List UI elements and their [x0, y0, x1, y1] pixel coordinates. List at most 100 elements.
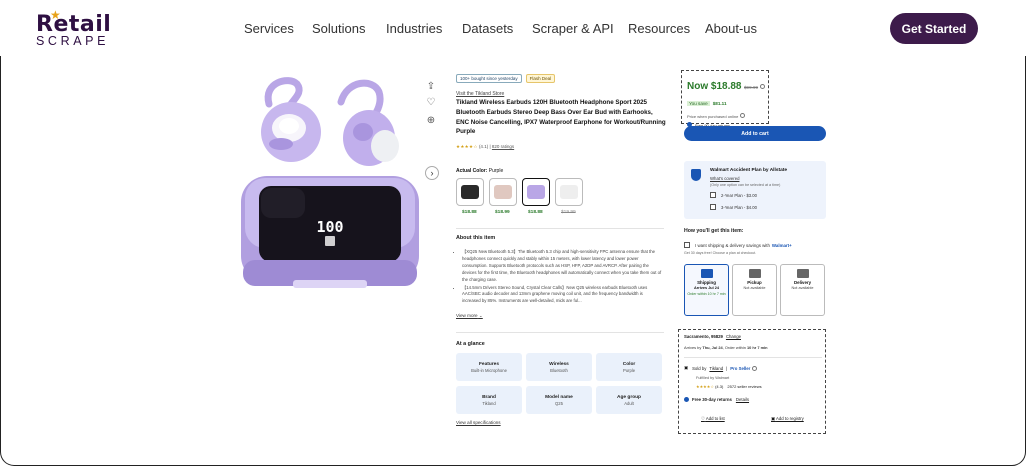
info-icon[interactable] — [740, 113, 746, 118]
glance-cell: Brand Tikland — [456, 386, 522, 414]
flash-deal-badge: Flash Deal — [525, 74, 556, 83]
fulfilled-by: Fulfilled by Walmart — [696, 376, 730, 380]
seller-reviews[interactable]: 2572 seller reviews — [727, 384, 761, 389]
swatch-option[interactable] — [489, 178, 517, 206]
about-heading: About this item — [456, 235, 496, 241]
shipping-option[interactable]: Shipping Arrives Jul 24 Order within 10 … — [684, 264, 729, 316]
whats-covered-link[interactable]: What's covered — [710, 176, 739, 181]
purchase-panel: Now $18.88 $99.99 You save $81.11 Price w… — [678, 64, 828, 434]
swatch-option-selected[interactable] — [522, 178, 550, 206]
glance-cell: Wireless Bluetooth — [526, 353, 592, 381]
zoom-icon[interactable]: ⊕ — [424, 114, 438, 128]
seller-link[interactable]: Tikland — [709, 366, 723, 371]
charging-case: 100 — [241, 176, 419, 288]
review-count-link[interactable]: 820 ratings — [492, 144, 514, 149]
checkbox[interactable] — [710, 204, 716, 210]
heart-icon: ♡ — [701, 416, 705, 421]
color-swatches — [456, 178, 583, 206]
delivery-option[interactable]: Delivery Not available — [780, 264, 825, 316]
share-icon[interactable]: ⇪ — [424, 80, 438, 94]
returns-icon — [684, 397, 689, 402]
glance-cell: Age group Adult — [596, 386, 662, 414]
get-started-button[interactable]: Get Started — [890, 13, 978, 44]
nav-solutions[interactable]: Solutions — [312, 21, 365, 36]
actual-color-value: Purple — [488, 168, 504, 174]
view-all-specifications-link[interactable]: View all specifications — [456, 420, 501, 425]
at-a-glance-grid: Features Built-in Microphone Wireless Blue… — [456, 353, 664, 414]
returns-details-link[interactable]: Details — [736, 397, 749, 402]
earbud-right — [337, 79, 399, 166]
rating-stars-icon: ★★★★☆ — [696, 384, 714, 389]
gift-icon: ▣ — [771, 416, 776, 421]
nav-datasets[interactable]: Datasets — [462, 21, 513, 36]
product-image[interactable]: 100 — [237, 74, 423, 300]
swatch-price: $18.88 — [528, 210, 543, 215]
fulfillment-options: Shipping Arrives Jul 24 Order within 10 … — [684, 264, 825, 316]
swatch-price: $18.88 — [462, 210, 477, 215]
rating-stars-icon: ★★★★☆ — [456, 144, 478, 149]
seller-rating: ★★★★☆ (4.3) 2572 seller reviews — [696, 384, 762, 389]
price-note: Price when purchased online — [687, 113, 746, 119]
plan-note: (Only one option can be selected at a ti… — [710, 183, 781, 187]
trial-note: Get 30 days free! Choose a plan at check… — [684, 251, 757, 255]
checkbox[interactable] — [684, 242, 690, 248]
store-icon: ▣ — [684, 365, 689, 370]
swatch-option[interactable] — [456, 178, 484, 206]
walmart-plus-option[interactable]: I want shipping & delivery savings with … — [684, 242, 792, 248]
favorite-heart-icon[interactable]: ♡ — [424, 96, 438, 110]
info-icon[interactable] — [760, 84, 766, 89]
arrival-info: Arrives by Thu, Jul 24, Order within 10 … — [684, 345, 768, 350]
original-price: $99.99 — [744, 84, 766, 90]
add-to-cart-button[interactable]: Add to cart — [684, 126, 826, 141]
nav-scraper-api[interactable]: Scraper & API — [532, 21, 614, 36]
checkbox[interactable] — [710, 192, 716, 198]
case-battery-display: 100 — [316, 218, 343, 236]
current-price: Now $18.88 — [687, 81, 742, 92]
site-header: Retail ★ SCRAPE Services Solutions Indus… — [0, 0, 1026, 56]
walmart-plus-label: Walmart+ — [771, 242, 792, 248]
product-badges: 100+ bought since yesterday Flash Deal — [456, 74, 556, 83]
plan-option-2yr[interactable]: 2-Year Plan - $3.00 — [710, 192, 757, 198]
bought-badge: 100+ bought since yesterday — [456, 74, 522, 83]
logo-wordmark-bottom: SCRAPE — [36, 34, 110, 48]
logo-star-icon: ★ — [50, 8, 62, 22]
fulfillment-heading: How you'll get this item: — [684, 228, 744, 234]
free-returns: Free 30-day returns Details — [684, 397, 749, 402]
savings: You save $81.11 — [687, 101, 727, 106]
shield-icon — [691, 169, 701, 181]
delivery-bag-icon — [796, 269, 809, 278]
view-more-link[interactable]: View more ⌄ — [456, 313, 483, 319]
sold-by: ▣ Sold by Tikland | Pro Seller — [684, 365, 758, 371]
nav-resources[interactable]: Resources — [628, 21, 690, 36]
delivery-seller-box-highlight: Sacramento, 95829 Change Arrives by Thu, … — [678, 329, 826, 434]
retailscrape-logo[interactable]: Retail ★ SCRAPE — [36, 8, 111, 48]
change-location-link[interactable]: Change — [726, 334, 741, 339]
product-page-screenshot: 100 ⇪ ♡ ⊕ › 100+ bought since yesterday … — [0, 56, 1026, 466]
chevron-down-icon: ⌄ — [478, 313, 483, 318]
glance-cell: Features Built-in Microphone — [456, 353, 522, 381]
divider — [456, 228, 664, 229]
add-to-registry-link[interactable]: ▣ Add to registry — [771, 416, 804, 422]
earbud-left — [261, 77, 321, 162]
truck-icon — [700, 269, 713, 278]
pickup-car-icon — [748, 269, 761, 278]
next-image-chevron-icon[interactable]: › — [425, 166, 439, 180]
product-rating: ★★★★☆ (4.1) | 820 ratings — [456, 144, 515, 149]
product-title: Tikland Wireless Earbuds 120H Bluetooth … — [456, 99, 666, 136]
at-a-glance-heading: At a glance — [456, 341, 485, 347]
add-to-list-link[interactable]: ♡ Add to list — [701, 416, 725, 422]
nav-about-us[interactable]: About-us — [705, 21, 757, 36]
pickup-option[interactable]: Pickup Not available — [732, 264, 777, 316]
plan-option-3yr[interactable]: 3-Year Plan - $4.00 — [710, 204, 757, 210]
nav-services[interactable]: Services — [244, 21, 294, 36]
nav-industries[interactable]: Industries — [386, 21, 442, 36]
rating-value: (4.1) — [478, 144, 489, 149]
store-link[interactable]: Visit the Tikland Store — [456, 91, 504, 97]
price-box-highlight: Now $18.88 $99.99 You save $81.11 Price w… — [681, 70, 769, 128]
delivery-location: Sacramento, 95829 Change — [684, 334, 741, 339]
swatch-option-unavailable[interactable] — [555, 178, 583, 206]
protection-plan: Walmart Accident Plan by Allstate What's… — [684, 161, 826, 219]
info-icon[interactable] — [752, 365, 758, 371]
swatch-price: $18.99 — [495, 210, 510, 215]
pro-seller-badge: Pro Seller — [730, 365, 751, 371]
